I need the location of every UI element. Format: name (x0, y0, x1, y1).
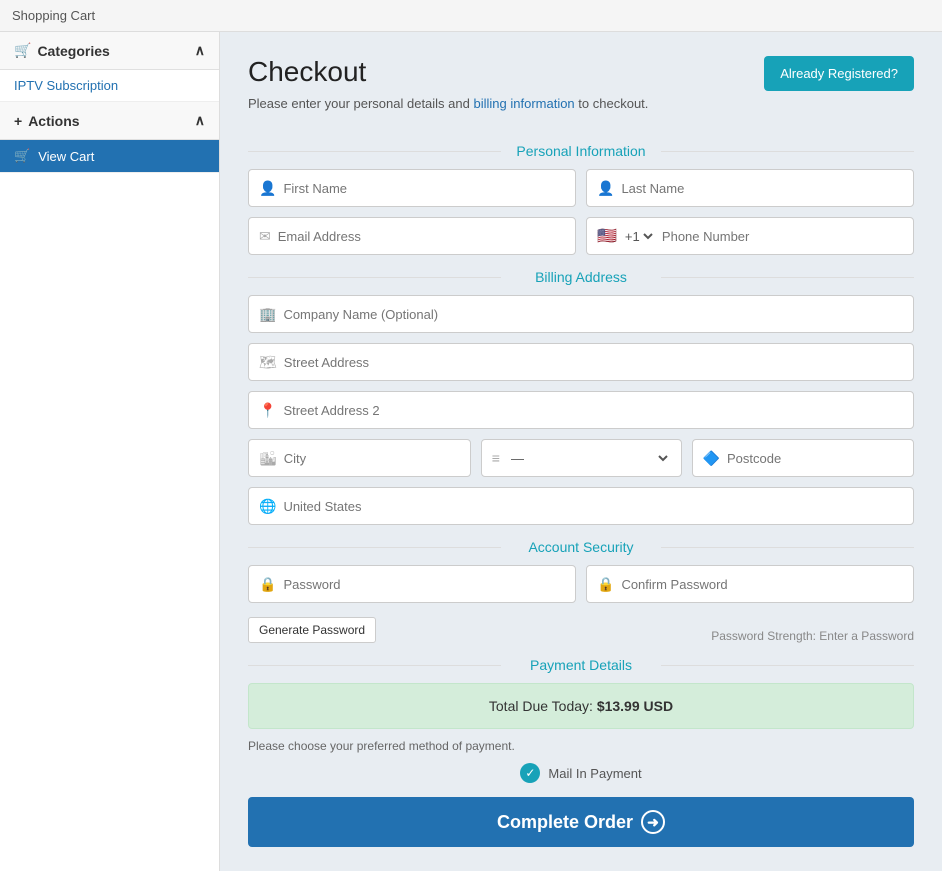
street1-row: 🗺 (248, 343, 914, 381)
password-input[interactable] (283, 577, 565, 592)
checkout-header-row: Checkout Please enter your personal deta… (248, 56, 914, 127)
pin-icon: 📍 (259, 402, 276, 419)
checkout-subtitle: Please enter your personal details and b… (248, 96, 648, 111)
payment-note: Please choose your preferred method of p… (248, 739, 914, 753)
phone-input[interactable] (662, 229, 903, 244)
sidebar-categories-label: Categories (37, 43, 109, 59)
postcode-icon: 🔷 (703, 450, 720, 467)
city-field[interactable]: 🏙 (248, 439, 471, 477)
main-content: Checkout Please enter your personal deta… (220, 32, 942, 871)
password-strength-text: Password Strength: Enter a Password (711, 629, 914, 643)
chevron-up-icon-2: ∧ (195, 112, 205, 129)
total-amount: $13.99 USD (597, 698, 673, 714)
phone-country-select[interactable]: +1 (621, 228, 656, 245)
state-field[interactable]: ≡ — (481, 439, 682, 477)
complete-order-button[interactable]: Complete Order ➜ (248, 797, 914, 847)
first-name-field[interactable]: 👤 (248, 169, 576, 207)
subtitle-after: to checkout. (578, 96, 648, 111)
postcode-input[interactable] (727, 451, 903, 466)
phone-prefix-block: 🇺🇸 +1 (597, 226, 656, 246)
flag-icon: 🇺🇸 (597, 226, 617, 246)
password-row: 🔒 🔒 (248, 565, 914, 603)
first-name-input[interactable] (283, 181, 565, 196)
cart-icon: 🛒 (14, 42, 31, 59)
section-account-security: Account Security (248, 539, 914, 555)
sidebar: 🛒 Categories ∧ IPTV Subscription + Actio… (0, 32, 220, 871)
company-row: 🏢 (248, 295, 914, 333)
company-input[interactable] (283, 307, 903, 322)
complete-order-label: Complete Order (497, 812, 633, 833)
lock-icon-2: 🔒 (597, 576, 614, 593)
top-bar: Shopping Cart (0, 0, 942, 32)
sidebar-actions-label: Actions (28, 113, 79, 129)
generate-password-button[interactable]: Generate Password (248, 617, 376, 643)
city-state-postcode-row: 🏙 ≡ — 🔷 (248, 439, 914, 477)
state-select[interactable]: — (507, 450, 671, 467)
payment-method-option[interactable]: ✓ Mail In Payment (248, 763, 914, 783)
globe-icon: 🌐 (259, 498, 276, 515)
already-registered-button[interactable]: Already Registered? (764, 56, 914, 91)
email-phone-row: ✉ 🇺🇸 +1 (248, 217, 914, 255)
section-personal-info: Personal Information (248, 143, 914, 159)
subtitle-text: Please enter your personal details and (248, 96, 470, 111)
postcode-field[interactable]: 🔷 (692, 439, 914, 477)
total-due-box: Total Due Today: $13.99 USD (248, 683, 914, 729)
chevron-up-icon: ∧ (195, 42, 205, 59)
total-label: Total Due Today: (489, 698, 593, 714)
building-icon: 🏢 (259, 306, 276, 323)
street1-input[interactable] (284, 355, 903, 370)
arrow-circle-icon: ➜ (641, 810, 665, 834)
map-icon: 🗺 (259, 354, 277, 371)
company-field[interactable]: 🏢 (248, 295, 914, 333)
last-name-field[interactable]: 👤 (586, 169, 914, 207)
lock-icon: 🔒 (259, 576, 276, 593)
city-icon: 🏙 (259, 450, 277, 467)
check-icon: ✓ (520, 763, 540, 783)
checkout-heading-block: Checkout Please enter your personal deta… (248, 56, 648, 127)
country-field[interactable]: 🌐 (248, 487, 914, 525)
cart-icon-2: 🛒 (14, 148, 30, 164)
sidebar-item-view-cart[interactable]: 🛒 View Cart (0, 140, 219, 173)
password-field[interactable]: 🔒 (248, 565, 576, 603)
generate-row: Generate Password Password Strength: Ent… (248, 613, 914, 643)
sidebar-actions-header[interactable]: + Actions ∧ (0, 102, 219, 140)
section-billing-address: Billing Address (248, 269, 914, 285)
person-icon: 👤 (259, 180, 276, 197)
sidebar-item-iptv[interactable]: IPTV Subscription (0, 70, 219, 102)
street1-field[interactable]: 🗺 (248, 343, 914, 381)
name-row: 👤 👤 (248, 169, 914, 207)
street2-input[interactable] (283, 403, 903, 418)
sidebar-categories-header[interactable]: 🛒 Categories ∧ (0, 32, 219, 70)
country-row: 🌐 (248, 487, 914, 525)
plus-icon: + (14, 113, 22, 129)
phone-field[interactable]: 🇺🇸 +1 (586, 217, 914, 255)
country-input[interactable] (283, 499, 903, 514)
city-input[interactable] (284, 451, 460, 466)
section-payment-details: Payment Details (248, 657, 914, 673)
person-icon-2: 👤 (597, 180, 614, 197)
email-field[interactable]: ✉ (248, 217, 576, 255)
last-name-input[interactable] (621, 181, 903, 196)
subtitle-link[interactable]: billing information (474, 96, 575, 111)
payment-method-label: Mail In Payment (548, 766, 641, 781)
page-layout: 🛒 Categories ∧ IPTV Subscription + Actio… (0, 32, 942, 871)
state-icon: ≡ (492, 450, 500, 466)
sidebar-item-view-cart-label: View Cart (38, 149, 94, 164)
email-icon: ✉ (259, 228, 271, 245)
confirm-password-input[interactable] (621, 577, 903, 592)
sidebar-item-iptv-label: IPTV Subscription (14, 78, 118, 93)
street2-field[interactable]: 📍 (248, 391, 914, 429)
street2-row: 📍 (248, 391, 914, 429)
top-bar-title: Shopping Cart (12, 8, 95, 23)
checkout-title: Checkout (248, 56, 648, 88)
arrow-right-icon: ➜ (647, 814, 659, 831)
email-input[interactable] (278, 229, 565, 244)
confirm-password-field[interactable]: 🔒 (586, 565, 914, 603)
